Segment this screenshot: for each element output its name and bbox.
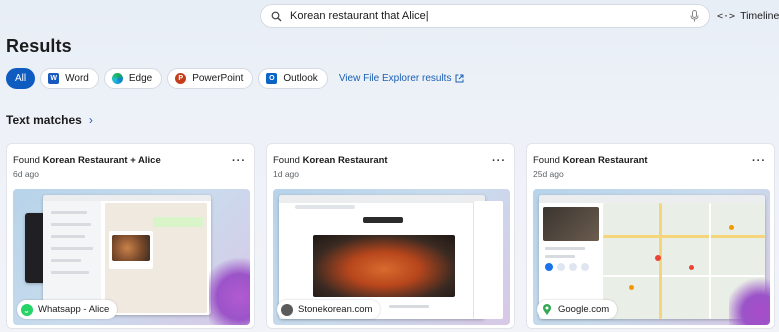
top-bar: <·> Timeline	[0, 0, 779, 34]
filter-word[interactable]: W Word	[40, 67, 99, 89]
file-explorer-link[interactable]: View File Explorer results	[339, 73, 465, 84]
card-age: 1d ago	[273, 169, 299, 179]
result-card[interactable]: Found Korean Restaurant 1d ago ··· Stone…	[266, 143, 515, 329]
chevron-right-icon: ›	[88, 113, 93, 127]
file-explorer-link-label: View File Explorer results	[338, 72, 452, 84]
page-title: Results	[6, 36, 72, 56]
source-badge[interactable]: Whatsapp - Alice	[17, 300, 118, 319]
search-icon	[271, 11, 282, 21]
more-options-icon[interactable]: ···	[492, 155, 506, 167]
whatsapp-icon	[21, 303, 33, 316]
filter-all[interactable]: All	[6, 67, 36, 89]
timeline-label: Timeline	[740, 10, 779, 22]
filter-outlook[interactable]: O Outlook	[258, 67, 328, 89]
powerpoint-icon: P	[175, 72, 187, 84]
timeline-icon: <·>	[717, 10, 736, 22]
card-found-text: Found Korean Restaurant + Alice	[13, 155, 161, 166]
filter-bar: All W Word Edge P PowerPoint O Outlook V…	[6, 67, 464, 89]
source-badge[interactable]: Google.com	[537, 300, 618, 319]
result-card[interactable]: Found Korean Restaurant 25d ago ··· Goog…	[526, 143, 775, 329]
source-badge[interactable]: Stonekorean.com	[277, 300, 381, 319]
filter-powerpoint[interactable]: P PowerPoint	[167, 67, 254, 89]
result-card[interactable]: Found Korean Restaurant + Alice 6d ago ·…	[6, 143, 255, 329]
outlook-icon: O	[266, 72, 278, 84]
search-box[interactable]	[260, 4, 710, 28]
more-options-icon[interactable]: ···	[752, 155, 766, 167]
search-input[interactable]	[290, 6, 684, 26]
source-label: Google.com	[558, 304, 610, 315]
card-age: 25d ago	[533, 169, 564, 179]
google-maps-icon	[541, 303, 553, 316]
card-match-text: Korean Restaurant + Alice	[42, 155, 161, 166]
filter-outlook-label: Outlook	[283, 72, 318, 84]
filter-all-label: All	[15, 72, 27, 84]
filter-word-label: Word	[65, 72, 89, 84]
filter-edge-label: Edge	[128, 72, 153, 84]
card-found-text: Found Korean Restaurant	[273, 155, 388, 166]
card-match-text: Korean Restaurant	[302, 155, 388, 166]
more-options-icon[interactable]: ···	[232, 155, 246, 167]
section-header[interactable]: Text matches ›	[6, 113, 93, 127]
section-title: Text matches	[6, 113, 82, 127]
source-label: Whatsapp - Alice	[38, 304, 110, 315]
source-label: Stonekorean.com	[298, 304, 373, 315]
result-thumbnail[interactable]: Google.com	[533, 189, 770, 325]
stonekorean-icon	[281, 303, 293, 316]
card-age: 6d ago	[13, 169, 39, 179]
card-match-text: Korean Restaurant	[562, 155, 648, 166]
result-thumbnail[interactable]: Whatsapp - Alice	[13, 189, 250, 325]
whatsapp-window-thumbnail	[43, 195, 211, 315]
edge-icon	[111, 72, 123, 84]
result-thumbnail[interactable]: Stonekorean.com	[273, 189, 510, 325]
word-icon: W	[48, 72, 60, 84]
timeline-button[interactable]: <·> Timeline	[717, 4, 779, 28]
microphone-icon[interactable]	[690, 10, 699, 22]
external-link-icon	[455, 74, 464, 82]
card-found-text: Found Korean Restaurant	[533, 155, 648, 166]
filter-powerpoint-label: PowerPoint	[192, 72, 244, 84]
filter-edge[interactable]: Edge	[103, 67, 163, 89]
